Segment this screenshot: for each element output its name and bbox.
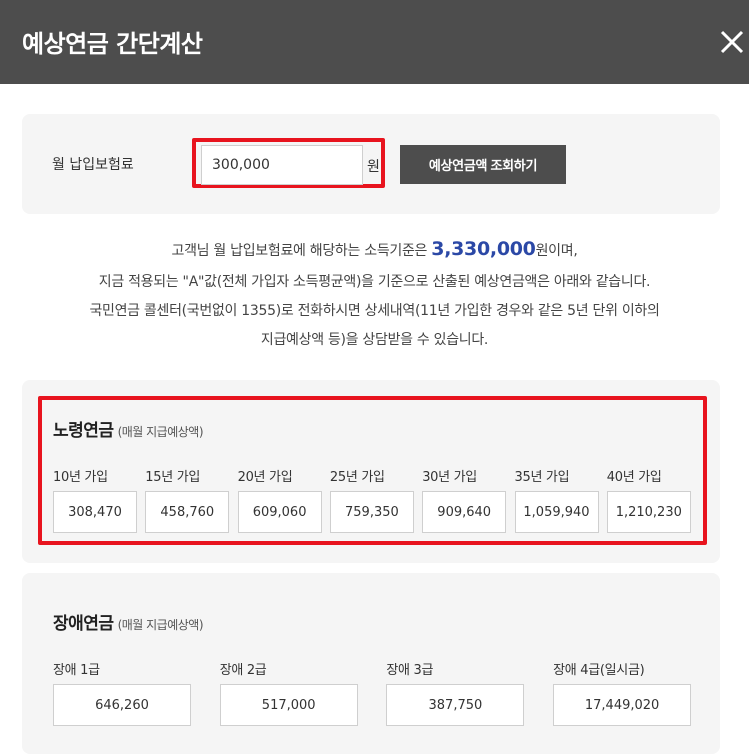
description-line-4: 지급예상액 등)을 상담받을 수 있습니다. [260,332,489,348]
disability-pension-label: 장애 3급 [386,663,434,678]
old-age-pension-label: 30년 가입 [422,470,477,485]
unit-label: 원 [367,159,380,175]
old-age-pension-label: 20년 가입 [237,470,293,485]
disability-pension-value: 17,449,020 [553,684,692,726]
old-age-pension-label: 15년 가입 [145,470,201,485]
old-age-pension-value: 308,470 [53,491,137,533]
description-line-1: 고객님 월 납입보험료에 해당하는 소득기준은 3,330,000원이며, [171,238,578,260]
old-age-pension-value: 609,060 [237,491,322,533]
modal-title: 예상연금 간단계산 [22,30,203,58]
old-age-pension-label: 10년 가입 [53,470,108,485]
old-age-pension-subtitle: (매월 지급예상액) [117,425,204,439]
disability-pension-value: 646,260 [53,684,191,726]
old-age-pension-value: 458,760 [145,491,230,533]
old-age-pension-label: 25년 가입 [329,470,385,485]
old-age-pension-title: 노령연금 (매월 지급예상액) [53,421,204,441]
disability-pension-label: 장애 1급 [53,663,100,678]
disability-pension-title: 장애연금 (매월 지급예상액) [53,614,204,634]
description-line-2: 지금 적용되는 "A"값(전체 가입자 소득평균액)을 기준으로 산출된 예상연… [98,274,651,290]
old-age-pension-label: 35년 가입 [514,470,570,485]
disability-pension-value: 517,000 [219,684,358,726]
premium-label: 월 납입보험료 [52,157,134,173]
close-icon[interactable] [716,26,748,58]
disability-pension-subtitle: (매월 지급예상액) [117,618,204,632]
old-age-pension-value: 1,210,230 [606,491,691,533]
disability-pension-value: 387,750 [386,684,525,726]
disability-pension-label: 장애 4급(일시금) [553,663,645,678]
old-age-pension-value: 909,640 [422,491,507,533]
old-age-pension-value: 759,350 [329,491,414,533]
modal-header: 예상연금 간단계산 [0,0,749,84]
income-standard-amount: 3,330,000 [431,238,536,260]
description-line-3: 국민연금 콜센터(국번없이 1355)로 전화하시면 상세내역(11년 가입한 … [89,303,660,319]
premium-input[interactable] [201,145,363,185]
disability-pension-label: 장애 2급 [219,663,267,678]
old-age-pension-value: 1,059,940 [514,491,599,533]
old-age-pension-label: 40년 가입 [606,470,662,485]
query-pension-button[interactable]: 예상연금액 조회하기 [400,145,566,184]
